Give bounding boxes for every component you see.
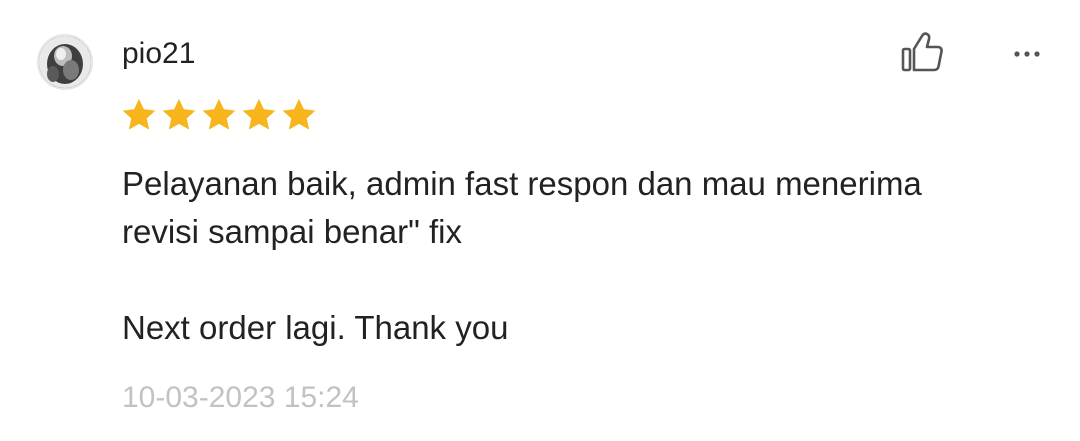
more-horizontal-icon [1014,51,1040,57]
star-icon [202,98,236,130]
thumbs-up-icon [901,32,943,72]
star-icon [122,98,156,130]
comment-line: Next order lagi. Thank you [122,309,509,346]
comment-line [122,256,1052,304]
star-rating [120,96,318,134]
comment-line: revisi sampai benar" fix [122,213,463,250]
comment-line: Pelayanan baik, admin fast respon dan ma… [122,165,922,202]
review-timestamp: 10-03-2023 15:24 [122,381,359,414]
review-comment: Pelayanan baik, admin fast respon dan ma… [122,160,1052,352]
star-icon [162,98,196,130]
avatar-image [39,36,91,88]
avatar[interactable] [37,34,93,90]
review-card: pio21 Pelayanan baik, admin fast respon … [0,0,1080,441]
star-icon [242,98,276,130]
username[interactable]: pio21 [122,36,195,72]
like-button[interactable] [898,28,946,76]
star-icon [282,98,316,130]
more-options-button[interactable] [1008,40,1048,68]
